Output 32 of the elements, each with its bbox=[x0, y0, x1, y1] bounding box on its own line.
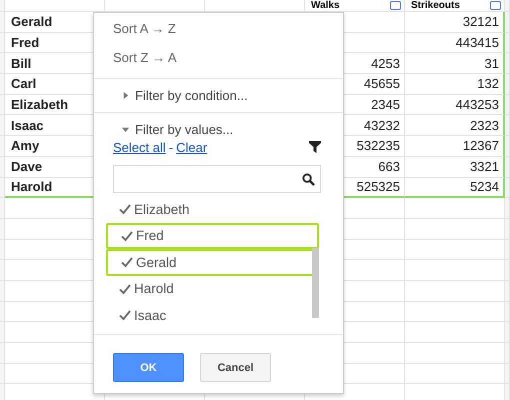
table-cell: 443253 bbox=[405, 94, 505, 116]
table-cell: 443415 bbox=[405, 32, 505, 54]
section-toggle[interactable]: Filter by values... bbox=[135, 122, 234, 137]
filter-button[interactable] bbox=[490, 1, 501, 10]
item-label: Elizabeth bbox=[134, 202, 190, 217]
item-label: Gerald bbox=[136, 254, 177, 270]
table-cell: 31 bbox=[405, 53, 505, 74]
highlighted-list-item[interactable]: Fred bbox=[106, 222, 319, 249]
list-item[interactable]: Isaac bbox=[108, 302, 317, 328]
column-header-label: Walks bbox=[311, 0, 340, 11]
table-cell: 132 bbox=[405, 74, 505, 95]
item-label: Fred bbox=[136, 228, 164, 244]
filter-icon bbox=[309, 141, 321, 153]
item-label: Isaac bbox=[134, 308, 166, 323]
filter-button[interactable] bbox=[390, 1, 401, 10]
table-cell: 12367 bbox=[405, 136, 505, 157]
list-item[interactable]: Harold bbox=[108, 276, 317, 302]
column-header-label: Strikeouts bbox=[411, 0, 460, 11]
search-icon bbox=[302, 172, 315, 186]
table-cell: 5234 bbox=[405, 178, 505, 198]
table-cell: 2323 bbox=[405, 115, 505, 136]
item-label: Harold bbox=[134, 281, 174, 296]
table-cell: 32121 bbox=[405, 12, 505, 33]
search-field[interactable] bbox=[113, 165, 321, 193]
scrollbar-thumb[interactable] bbox=[312, 248, 319, 318]
cancel-button[interactable]: Cancel bbox=[200, 353, 271, 382]
clear-link[interactable]: Clear bbox=[176, 140, 208, 154]
list-item[interactable]: Elizabeth bbox=[108, 196, 317, 222]
table-cell: 3321 bbox=[405, 156, 505, 178]
section-toggle[interactable]: Filter by condition... bbox=[135, 88, 248, 103]
select-all-link[interactable]: Select all bbox=[113, 140, 166, 154]
separator-text: - bbox=[168, 140, 174, 154]
